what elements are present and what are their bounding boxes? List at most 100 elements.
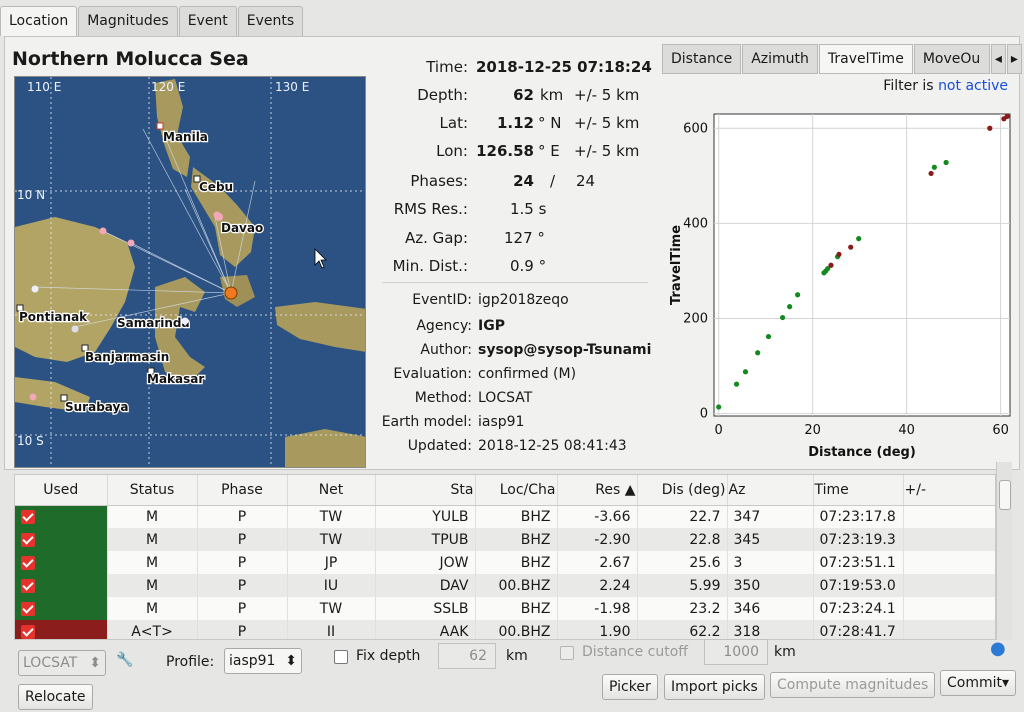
map-grid-label-10n: 10 N <box>17 188 45 202</box>
table-row[interactable]: M P TW YULB BHZ -3.66 22.7 347 07:23:17.… <box>15 505 995 528</box>
checkbox-checked-icon[interactable] <box>21 578 35 593</box>
distance-cutoff-checkbox[interactable] <box>560 646 574 660</box>
data-point[interactable] <box>943 159 949 166</box>
data-point[interactable] <box>1004 113 1010 119</box>
map-grid-label-120e: 120 E <box>151 80 185 94</box>
data-point[interactable] <box>787 304 793 310</box>
scrollbar-thumb[interactable] <box>999 480 1011 510</box>
data-point[interactable] <box>931 164 937 170</box>
checkbox-checked-icon[interactable] <box>21 509 35 524</box>
cell-time: 07:23:24.1 <box>813 597 904 620</box>
checkbox-checked-icon[interactable] <box>21 532 35 547</box>
checkbox-checked-icon[interactable] <box>21 555 35 570</box>
depth-unit: km <box>540 86 564 104</box>
picker-button[interactable]: Picker <box>602 674 658 700</box>
profile-select[interactable]: iasp91 ⬍ <box>224 648 302 674</box>
table-row[interactable]: M P TW SSLB BHZ -1.98 23.2 346 07:23:24.… <box>15 597 995 620</box>
map-grid-label-10s: 10 S <box>17 434 44 448</box>
cell-net: IU <box>287 574 376 597</box>
data-point[interactable] <box>848 244 854 250</box>
cell-uncertainty <box>903 528 995 551</box>
tab-events[interactable]: Events <box>237 6 304 36</box>
tab-event[interactable]: Event <box>178 6 237 36</box>
data-point[interactable] <box>828 262 834 268</box>
table-scrollbar[interactable] <box>996 462 1012 640</box>
cell-phase: P <box>197 597 288 620</box>
cell-status: M <box>107 505 198 528</box>
cell-phase: P <box>197 551 288 574</box>
col-az[interactable]: Az <box>727 475 814 506</box>
data-point[interactable] <box>987 125 993 131</box>
plot-tab-distance[interactable]: Distance <box>662 44 742 74</box>
traveltime-plot[interactable]: 0 20 40 60 0 200 400 600 Distance (deg) TravelT… <box>664 100 1016 466</box>
data-point[interactable] <box>836 251 842 257</box>
col-used[interactable]: Used <box>15 475 108 506</box>
cell-net: TW <box>287 528 376 551</box>
col-loccha[interactable]: Loc/Cha <box>475 475 558 506</box>
col-status[interactable]: Status <box>107 475 198 506</box>
cell-status: M <box>107 574 198 597</box>
commit-button[interactable]: Commit▾ <box>940 670 1017 696</box>
relocate-button[interactable]: Relocate <box>18 684 93 710</box>
eventid-value[interactable]: igp2018zeqo <box>478 292 569 308</box>
cell-az: 347 <box>727 505 814 528</box>
compute-magnitudes-button[interactable]: Compute magnitudes <box>770 672 936 698</box>
data-point[interactable] <box>716 404 722 410</box>
col-res[interactable]: Res ▲ <box>557 475 638 506</box>
col-net[interactable]: Net <box>287 475 376 506</box>
checkbox-checked-icon[interactable] <box>21 624 35 639</box>
filter-state-link[interactable]: not active <box>938 78 1008 94</box>
cell-phase: P <box>197 528 288 551</box>
fix-depth-checkbox[interactable] <box>334 650 348 664</box>
cell-dis: 23.2 <box>637 597 728 620</box>
data-point[interactable] <box>755 350 761 356</box>
used-checkbox[interactable] <box>15 574 108 597</box>
data-point[interactable] <box>856 236 862 242</box>
y-tick-label: 600 <box>683 121 708 136</box>
table-row[interactable]: M P TW TPUB BHZ -2.90 22.8 345 07:23:19.… <box>15 528 995 551</box>
cell-az: 318 <box>727 620 814 639</box>
wrench-icon[interactable]: 🔧 <box>116 652 133 668</box>
table-row[interactable]: M P JP JOW BHZ 2.67 25.6 3 07:23:51.1 <box>15 551 995 574</box>
import-picks-button[interactable]: Import picks <box>664 674 765 700</box>
plot-tab-traveltime[interactable]: TravelTime <box>818 44 913 74</box>
traveltime-chart[interactable]: 0 20 40 600200400600 Distance (deg) TravelT… <box>664 100 1016 466</box>
used-checkbox[interactable] <box>15 505 108 528</box>
data-point[interactable] <box>795 292 801 298</box>
city-makasar: Makasar <box>147 372 204 386</box>
col-time[interactable]: Time <box>813 475 904 506</box>
mindist-label: Min. Dist.: <box>392 257 468 275</box>
used-checkbox[interactable] <box>15 551 108 574</box>
distance-cutoff-label: Distance cutoff <box>582 644 688 660</box>
used-checkbox[interactable] <box>15 620 108 639</box>
data-point[interactable] <box>779 314 786 321</box>
lat-uncertainty: +/- 5 km <box>574 114 640 132</box>
tab-location[interactable]: Location <box>0 6 78 36</box>
col-sta[interactable]: Sta <box>375 475 476 506</box>
checkbox-checked-icon[interactable] <box>21 601 35 616</box>
arrival-table[interactable]: Used Status Phase Net Sta Loc/Cha Res ▲ … <box>14 474 996 640</box>
tab-magnitudes[interactable]: Magnitudes <box>78 6 178 36</box>
plot-tab-moveout[interactable]: MoveOu <box>913 44 990 74</box>
used-checkbox[interactable] <box>15 528 108 551</box>
data-point[interactable] <box>765 333 772 340</box>
tab-scroll-left-icon[interactable]: ◂ <box>990 44 1006 74</box>
col-uncertainty[interactable]: +/- <box>903 475 995 506</box>
cell-loccha: BHZ <box>475 597 558 620</box>
plot-tab-azimuth[interactable]: Azimuth <box>742 44 818 74</box>
data-point[interactable] <box>928 170 934 177</box>
used-checkbox[interactable] <box>15 597 108 620</box>
cell-loccha: BHZ <box>475 551 558 574</box>
distance-cutoff-input[interactable]: 1000 <box>704 639 768 665</box>
locator-select[interactable]: LOCSAT ⬍ <box>18 650 106 676</box>
chat-bubble-icon[interactable]: ● <box>990 638 1006 659</box>
table-row[interactable]: A<T> P II AAK 00.BHZ 1.90 62.2 318 07:28… <box>15 620 995 639</box>
data-point[interactable] <box>733 381 740 387</box>
col-phase[interactable]: Phase <box>197 475 288 506</box>
data-point[interactable] <box>742 369 749 375</box>
distance-cutoff-unit: km <box>774 644 796 660</box>
tab-scroll-right-icon[interactable]: ▸ <box>1006 44 1022 74</box>
col-dis[interactable]: Dis (deg) <box>637 475 728 506</box>
table-row[interactable]: M P IU DAV 00.BHZ 2.24 5.99 350 07:19:53… <box>15 574 995 597</box>
fix-depth-input[interactable]: 62 <box>438 643 496 669</box>
